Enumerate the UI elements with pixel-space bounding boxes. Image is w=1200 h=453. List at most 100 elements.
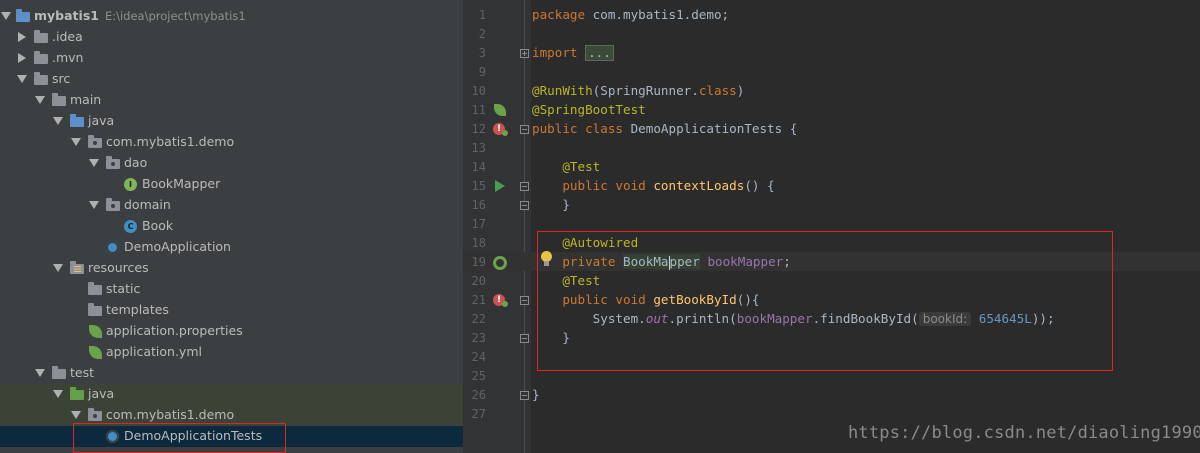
tree-item-resources[interactable]: resources <box>0 258 463 279</box>
tree-item-demoapplication[interactable]: DemoApplication <box>0 237 463 258</box>
autowired-navigation-icon[interactable] <box>493 256 507 270</box>
chevron-down-icon[interactable] <box>71 138 81 146</box>
tree-item-label: dao <box>124 155 148 170</box>
chevron-down-icon[interactable] <box>1 12 11 20</box>
tree-item-mybatis1[interactable]: mybatis1 E:\idea\project\mybatis1 <box>0 6 463 27</box>
chevron-down-icon[interactable] <box>35 369 45 377</box>
code-line-3: import ... <box>532 45 614 61</box>
project-tree-panel: mybatis1 E:\idea\project\mybatis1 .idea .… <box>0 0 463 453</box>
folder-icon <box>88 282 102 295</box>
line-number: 13 <box>471 141 486 155</box>
chevron-down-icon[interactable] <box>53 390 63 398</box>
tree-item-label: DemoApplication <box>124 239 231 254</box>
resources-folder-icon <box>70 261 84 274</box>
tree-item-label: Book <box>142 218 174 233</box>
code-line-14: @Test <box>532 159 601 174</box>
watermark: https://blog.csdn.net/diaoling1990 <box>848 423 1200 443</box>
tree-item-label: main <box>70 92 102 107</box>
tree-item-application-properties[interactable]: application.properties <box>0 321 463 342</box>
tree-item-dao[interactable]: dao <box>0 153 463 174</box>
tree-item-test-java[interactable]: java <box>0 384 463 405</box>
line-number: 16 <box>471 198 486 212</box>
tree-item-label: java <box>88 113 115 128</box>
tree-item-label: templates <box>106 302 169 317</box>
tree-item-label: resources <box>88 260 149 275</box>
fold-collapse-icon[interactable] <box>520 334 529 343</box>
fold-collapse-icon[interactable] <box>520 296 529 305</box>
tree-item-label: com.mybatis1.demo <box>106 134 235 149</box>
folder-icon <box>34 51 48 64</box>
code-line-10: @RunWith(SpringRunner.class) <box>532 83 745 98</box>
line-number: 9 <box>478 65 486 79</box>
tree-item-label: application.yml <box>106 344 202 359</box>
code-line-1: package com.mybatis1.demo; <box>532 7 730 22</box>
source-root-folder-icon <box>70 114 84 127</box>
chevron-down-icon[interactable] <box>89 159 99 167</box>
chevron-down-icon[interactable] <box>89 201 99 209</box>
run-test-method-icon[interactable]: ! <box>493 294 508 307</box>
tree-item-label: java <box>88 386 115 401</box>
highlight-box <box>537 231 1113 371</box>
chevron-down-icon[interactable] <box>53 117 63 125</box>
tree-item-mvn[interactable]: .mvn <box>0 48 463 69</box>
chevron-right-icon[interactable] <box>18 32 26 42</box>
tree-item-static[interactable]: static <box>0 279 463 300</box>
line-number: 3 <box>478 46 486 60</box>
tree-item-idea[interactable]: .idea <box>0 27 463 48</box>
tree-item-test[interactable]: test <box>0 363 463 384</box>
package-icon <box>88 408 102 421</box>
chevron-down-icon[interactable] <box>35 96 45 104</box>
chevron-down-icon[interactable] <box>71 411 81 419</box>
line-number: 21 <box>471 293 486 307</box>
line-number: 20 <box>471 274 486 288</box>
folded-imports[interactable]: ... <box>585 45 614 61</box>
tree-item-domain[interactable]: domain <box>0 195 463 216</box>
chevron-right-icon[interactable] <box>18 53 26 63</box>
fold-expand-icon[interactable] <box>520 49 529 58</box>
line-number: 26 <box>471 388 486 402</box>
package-icon <box>106 198 120 211</box>
run-test-icon[interactable] <box>495 180 505 192</box>
fold-collapse-icon[interactable] <box>520 201 529 210</box>
tree-item-bookmapper[interactable]: I BookMapper <box>0 174 463 195</box>
folder-icon <box>52 93 66 106</box>
folder-icon <box>52 366 66 379</box>
tree-item-label: mybatis1 <box>34 8 99 23</box>
spring-config-icon <box>89 325 102 338</box>
tree-item-label: domain <box>124 197 171 212</box>
package-icon <box>106 156 120 169</box>
tree-item-book[interactable]: C Book <box>0 216 463 237</box>
test-root-folder-icon <box>70 387 84 400</box>
line-number: 10 <box>471 84 486 98</box>
tree-item-label: test <box>70 365 95 380</box>
tree-item-main[interactable]: main <box>0 90 463 111</box>
package-icon <box>88 135 102 148</box>
tree-item-package-main[interactable]: com.mybatis1.demo <box>0 132 463 153</box>
run-test-class-icon[interactable]: ! <box>493 123 508 136</box>
tree-item-label: BookMapper <box>142 176 221 191</box>
module-folder-icon <box>16 9 30 22</box>
class-icon: C <box>124 220 137 233</box>
tree-item-templates[interactable]: templates <box>0 300 463 321</box>
chevron-down-icon[interactable] <box>17 75 27 83</box>
fold-collapse-icon[interactable] <box>520 182 529 191</box>
line-number: 2 <box>478 27 486 41</box>
tree-item-label: com.mybatis1.demo <box>106 407 235 422</box>
chevron-down-icon[interactable] <box>53 264 63 272</box>
line-number: 17 <box>471 217 486 231</box>
fold-collapse-icon[interactable] <box>520 125 529 134</box>
highlight-box <box>73 423 286 453</box>
project-path: E:\idea\project\mybatis1 <box>104 9 246 23</box>
tree-item-src[interactable]: src <box>0 69 463 90</box>
code-line-26: } <box>532 387 540 402</box>
line-number: 1 <box>478 8 486 22</box>
tree-item-label: src <box>52 71 71 86</box>
code-editor[interactable] <box>531 0 1200 453</box>
line-number: 24 <box>471 350 486 364</box>
tree-item-label: application.properties <box>106 323 243 338</box>
tree-item-main-java[interactable]: java <box>0 111 463 132</box>
line-number: 19 <box>471 255 486 269</box>
tree-item-application-yml[interactable]: application.yml <box>0 342 463 363</box>
line-number: 22 <box>471 312 486 326</box>
fold-collapse-icon[interactable] <box>520 391 529 400</box>
